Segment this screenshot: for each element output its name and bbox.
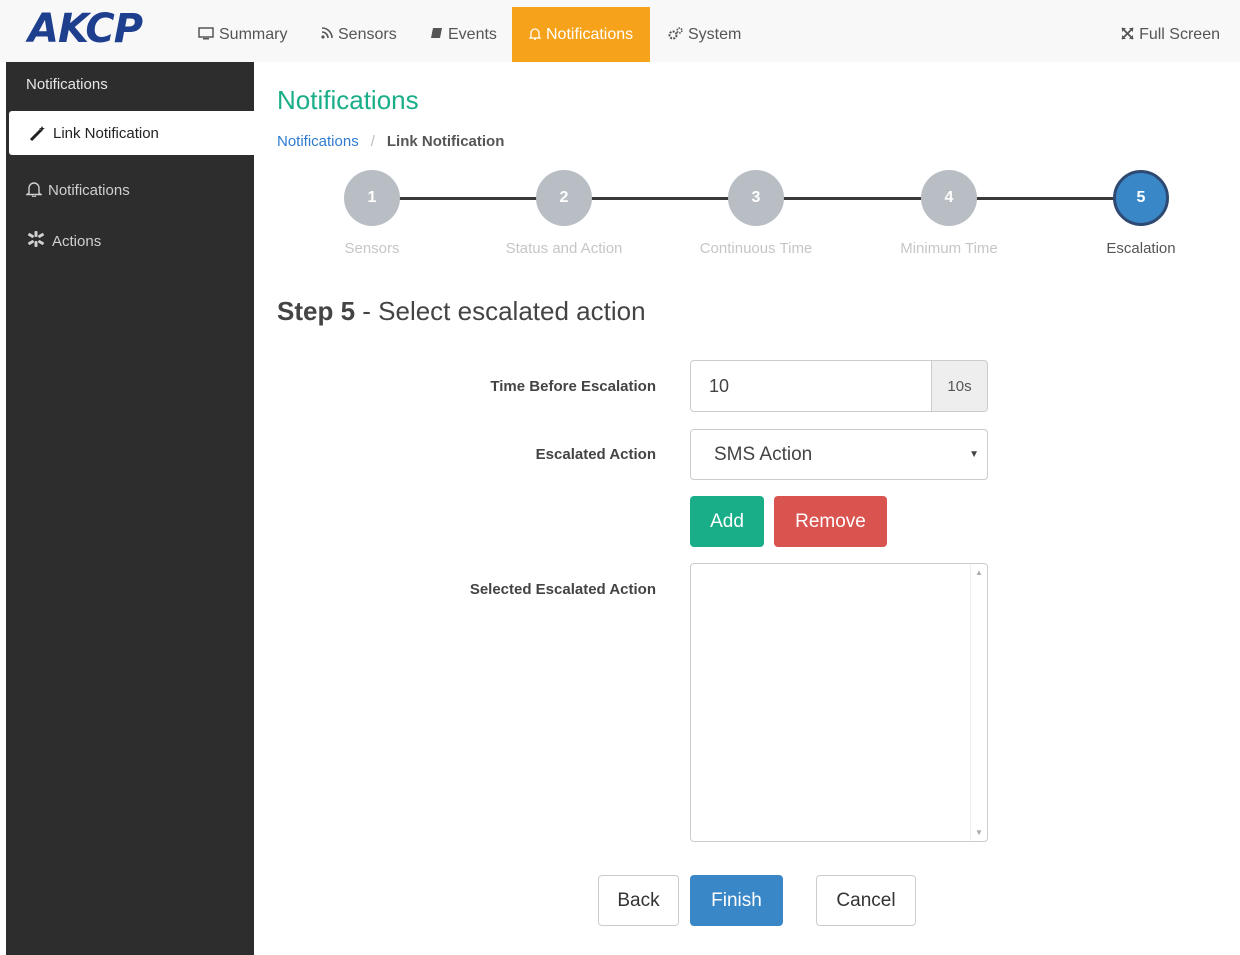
step-circle: 1 [344, 170, 400, 226]
step-label: Escalation [1106, 240, 1176, 257]
selected-escalated-action-label: Selected Escalated Action [469, 581, 656, 598]
add-button[interactable]: Add [690, 496, 764, 547]
page-title: Notifications [277, 85, 419, 115]
nav-sensors[interactable]: Sensors [321, 7, 397, 62]
gears-icon [668, 26, 683, 43]
sidebar-item-label: Actions [52, 232, 102, 250]
time-before-escalation-label: Time Before Escalation [490, 378, 656, 395]
step-circle: 3 [728, 170, 784, 226]
step-circle: 4 [921, 170, 977, 226]
wizard-step-5[interactable]: 5 Escalation [1061, 170, 1221, 257]
finish-button[interactable]: Finish [690, 875, 783, 926]
scroll-down-arrow-icon[interactable]: ▼ [975, 828, 983, 837]
sidebar: Notifications Link Notification Notifica… [6, 62, 254, 955]
monitor-icon [198, 26, 214, 43]
listbox-scrollbar[interactable]: ▲ ▼ [970, 564, 987, 841]
step-label: Continuous Time [699, 240, 813, 257]
nav-system-label: System [688, 25, 742, 43]
step-circle: 2 [536, 170, 592, 226]
step-heading-number: Step 5 [277, 296, 356, 326]
sidebar-item-label: Link Notification [53, 124, 159, 142]
nav-notifications-label: Notifications [546, 25, 634, 43]
escalated-action-value: SMS Action [714, 443, 813, 465]
wizard-step-1[interactable]: 1 Sensors [292, 170, 452, 257]
step-label: Status and Action [505, 240, 623, 257]
top-navbar: AKCP Summary Sensors Events Notification… [0, 0, 1240, 62]
fullscreen-label: Full Screen [1139, 25, 1220, 43]
wizard-step-4[interactable]: 4 Minimum Time [869, 170, 1029, 257]
step-label: Minimum Time [900, 240, 998, 257]
sidebar-header: Notifications [26, 76, 108, 93]
cancel-button[interactable]: Cancel [816, 875, 916, 926]
nav-events[interactable]: Events [430, 7, 497, 62]
nav-system[interactable]: System [668, 7, 741, 62]
scroll-up-arrow-icon[interactable]: ▲ [975, 568, 983, 577]
caret-down-icon: ▼ [969, 449, 979, 460]
magic-wand-icon [29, 125, 47, 141]
breadcrumb-current: Link Notification [386, 133, 505, 150]
bell-icon [528, 27, 542, 43]
time-before-escalation-input[interactable]: 10 [690, 360, 932, 412]
wizard-step-3[interactable]: 3 Continuous Time [676, 170, 836, 257]
back-button[interactable]: Back [598, 875, 679, 926]
nav-events-label: Events [448, 25, 497, 43]
escalated-action-select[interactable]: SMS Action ▼ [690, 429, 988, 480]
sidebar-item-actions[interactable]: Actions [26, 230, 101, 252]
sidebar-item-label: Notifications [48, 182, 130, 199]
nav-summary[interactable]: Summary [198, 7, 287, 62]
asterisk-icon [26, 230, 46, 252]
wizard-step-2[interactable]: 2 Status and Action [484, 170, 644, 257]
book-icon [430, 27, 443, 42]
nav-notifications[interactable]: Notifications [512, 7, 651, 62]
brand-logo[interactable]: AKCP [28, 6, 143, 52]
time-before-escalation-group: 10 10s [690, 360, 988, 412]
time-unit-addon: 10s [932, 360, 988, 412]
escalated-action-label: Escalated Action [535, 446, 656, 463]
step-circle: 5 [1113, 170, 1169, 226]
step-heading-text: - Select escalated action [355, 296, 646, 326]
remove-button[interactable]: Remove [774, 496, 887, 547]
sidebar-item-link-notification[interactable]: Link Notification [9, 111, 254, 155]
rss-icon [321, 27, 333, 42]
nav-summary-label: Summary [219, 25, 288, 43]
breadcrumb-parent-link[interactable]: Notifications [277, 133, 359, 150]
nav-sensors-label: Sensors [338, 25, 397, 43]
fullscreen-button[interactable]: Full Screen [1121, 7, 1220, 62]
breadcrumb-separator: / [370, 133, 375, 150]
breadcrumb: Notifications / Link Notification [277, 133, 504, 150]
selected-escalated-action-list[interactable]: ▲ ▼ [690, 563, 988, 842]
step-heading: Step 5 - Select escalated action [277, 296, 646, 327]
sidebar-item-notifications[interactable]: Notifications [24, 180, 130, 201]
bell-icon [24, 180, 44, 201]
expand-icon [1121, 26, 1134, 43]
step-label: Sensors [344, 240, 400, 257]
